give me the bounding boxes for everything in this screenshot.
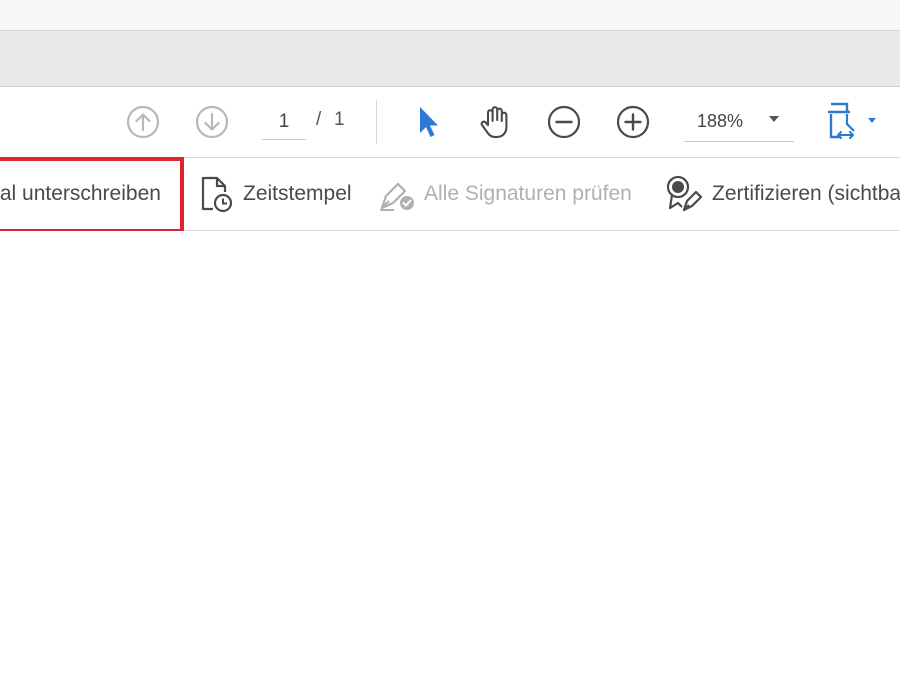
arrow-up-circle-icon bbox=[126, 105, 160, 139]
validate-signatures-icon bbox=[380, 182, 414, 211]
tab-bar bbox=[0, 31, 900, 87]
timestamp-label: Zeitstempel bbox=[243, 182, 352, 205]
main-toolbar: / 1 188% bbox=[0, 87, 900, 158]
certify-visible-label: Zertifizieren (sichtba bbox=[712, 182, 900, 205]
page-number-input[interactable] bbox=[262, 105, 306, 140]
document-area[interactable] bbox=[0, 231, 900, 700]
next-page-button[interactable] bbox=[190, 87, 234, 157]
page-display-button[interactable] bbox=[820, 87, 880, 157]
previous-page-button[interactable] bbox=[121, 87, 165, 157]
validate-all-signatures-button[interactable]: Alle Signaturen prüfen bbox=[378, 158, 632, 230]
title-bar bbox=[0, 0, 900, 31]
toolbar-divider bbox=[376, 100, 377, 144]
select-cursor-icon bbox=[420, 107, 438, 137]
zoom-out-button[interactable] bbox=[542, 87, 586, 157]
zoom-in-icon bbox=[616, 105, 650, 139]
zoom-dropdown[interactable]: 188% bbox=[684, 105, 794, 142]
timestamp-document-icon bbox=[201, 176, 233, 213]
fit-page-icon bbox=[828, 102, 876, 139]
timestamp-button[interactable]: Zeitstempel bbox=[199, 158, 352, 230]
hand-tool-button[interactable] bbox=[474, 87, 518, 157]
zoom-in-button[interactable] bbox=[611, 87, 655, 157]
zoom-value: 188% bbox=[697, 111, 744, 131]
page-total: 1 bbox=[334, 109, 345, 130]
chevron-down-icon bbox=[769, 116, 779, 122]
arrow-down-circle-icon bbox=[195, 105, 229, 139]
hand-tool-icon bbox=[480, 106, 508, 139]
sign-digitally-button[interactable]: tal unterschreiben bbox=[0, 158, 161, 230]
validate-all-signatures-label: Alle Signaturen prüfen bbox=[424, 182, 632, 205]
certify-button[interactable]: Zertifizieren (sichtba bbox=[664, 158, 900, 230]
signature-toolbar: tal unterschreiben Zeitstempel Alle Sign… bbox=[0, 158, 900, 231]
select-tool-button[interactable] bbox=[406, 87, 450, 157]
page-separator: / bbox=[316, 109, 322, 130]
zoom-out-icon bbox=[547, 105, 581, 139]
certify-icon bbox=[666, 175, 703, 212]
sign-digitally-label: tal unterschreiben bbox=[0, 182, 161, 205]
